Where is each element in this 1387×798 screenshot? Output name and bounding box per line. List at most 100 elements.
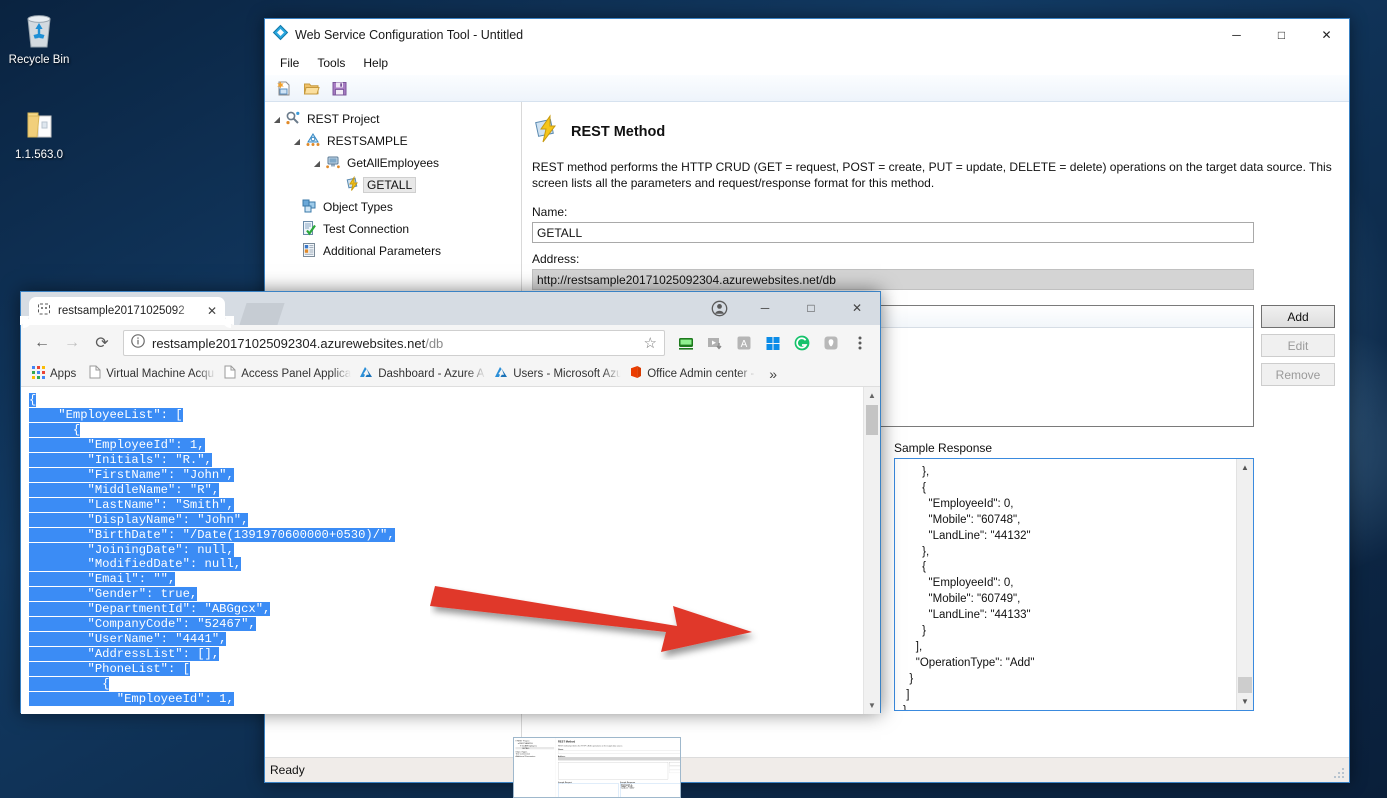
tree-item-label: Test Connection: [323, 222, 410, 236]
sample-response-box[interactable]: }, { "EmployeeId": 0, "Mobile": "60748",…: [894, 458, 1254, 711]
expander-icon[interactable]: ◢: [271, 115, 283, 124]
tree-item-rest-project[interactable]: ◢ REST Project: [265, 108, 521, 130]
desktop-icon-folder[interactable]: 1.1.563.0: [2, 103, 76, 162]
window-controls: ─ □ ✕: [1214, 19, 1349, 51]
app-title-text: Web Service Configuration Tool - Untitle…: [295, 28, 524, 42]
menu-item-tools[interactable]: Tools: [308, 53, 354, 73]
bookmark-users-microsoft-azure[interactable]: Users - Microsoft Azu: [489, 363, 621, 384]
method-description: REST method performs the HTTP CRUD (GET …: [532, 160, 1332, 190]
tree-item-object-types[interactable]: Object Types: [265, 196, 521, 218]
bookmark-apps[interactable]: Apps: [27, 364, 81, 384]
video-download-extension-icon[interactable]: [702, 330, 727, 356]
sample-response-text: }, { "EmployeeId": 0, "Mobile": "60748",…: [903, 466, 1035, 711]
bookmarks-overflow-button[interactable]: »: [759, 364, 782, 384]
address-bar[interactable]: restsample20171025092304.azurewebsites.n…: [123, 330, 665, 356]
chrome-browser-window: restsample20171025092 ✕ ─ □ ✕ ← → ⟳ rest…: [20, 291, 881, 714]
expander-icon[interactable]: ◢: [311, 159, 323, 168]
tree-item-label: REST Project: [307, 112, 380, 126]
back-button[interactable]: ←: [29, 330, 55, 356]
info-circle-icon[interactable]: [131, 333, 145, 353]
desktop-icon-label: 1.1.563.0: [15, 149, 63, 161]
desktop-icon-label: Recycle Bin: [8, 54, 70, 66]
profile-avatar-icon[interactable]: [696, 292, 742, 324]
tree-item-getallemployees[interactable]: ◢ GetAllEmployees: [265, 152, 521, 174]
page-title: REST Method: [571, 123, 666, 140]
page-icon: [89, 365, 101, 382]
edit-button[interactable]: Edit: [1261, 334, 1335, 357]
grammarly-extension-icon[interactable]: [789, 330, 814, 356]
shield-extension-icon[interactable]: [818, 330, 843, 356]
sample-response-label: Sample Response: [894, 441, 993, 455]
font-extension-icon[interactable]: A: [731, 330, 756, 356]
remove-button[interactable]: Remove: [1261, 363, 1335, 386]
method-icon: [343, 175, 363, 195]
sample-response-scrollbar[interactable]: ▲ ▼: [1236, 459, 1253, 710]
method-lightning-icon: [532, 114, 562, 149]
selected-json-text: { "EmployeeList": [ { "EmployeeId": 1, "…: [29, 393, 395, 707]
bookmark-label: Dashboard - Azure A: [378, 367, 485, 380]
url-host: restsample20171025092304.azurewebsites.n…: [152, 335, 426, 351]
browser-close-button[interactable]: ✕: [834, 292, 880, 324]
minimize-button[interactable]: ─: [1214, 19, 1259, 51]
tab-close-icon[interactable]: ✕: [207, 304, 217, 318]
sample-response-section: Sample Response }, { "EmployeeId": 0, "M…: [894, 441, 1254, 711]
new-tab-button[interactable]: [239, 303, 285, 325]
windows-extension-icon[interactable]: [760, 330, 785, 356]
json-response-text[interactable]: { "EmployeeList": [ { "EmployeeId": 1, "…: [21, 387, 880, 707]
tree-item-additional-parameters[interactable]: Additional Parameters: [265, 240, 521, 262]
bookmark-access-panel-applications[interactable]: Access Panel Applicat: [219, 363, 351, 384]
thumbnail-content: ▾ REST Project ▾ RESTSAMPLE ▾ GetAllEmplo…: [514, 738, 680, 797]
bookmark-star-icon[interactable]: ☆: [644, 334, 657, 352]
maximize-button[interactable]: □: [1259, 19, 1304, 51]
taskbar-window-thumbnail-preview[interactable]: ▾ REST Project ▾ RESTSAMPLE ▾ GetAllEmplo…: [513, 737, 681, 798]
close-button[interactable]: ✕: [1304, 19, 1349, 51]
detail-header: REST Method: [532, 114, 1335, 149]
tree-item-label: GETALL: [363, 177, 417, 193]
bookmarks-bar: Apps Virtual Machine Acqu Access Panel A…: [21, 361, 880, 387]
recycle-bin-icon: [2, 8, 76, 54]
resize-grip-icon[interactable]: [1332, 766, 1346, 780]
address-input[interactable]: [532, 269, 1254, 290]
browser-minimize-button[interactable]: ─: [742, 292, 788, 324]
scroll-down-icon[interactable]: ▼: [864, 697, 880, 714]
azure-icon: [494, 365, 508, 382]
menu-item-file[interactable]: File: [271, 53, 308, 73]
tree-item-restsample[interactable]: ◢ RESTSAMPLE: [265, 130, 521, 152]
bookmark-dashboard-azure[interactable]: Dashboard - Azure A: [354, 363, 486, 384]
object-types-icon: [299, 198, 319, 217]
open-folder-icon[interactable]: [299, 77, 323, 99]
browser-window-controls: ─ □ ✕: [696, 292, 880, 324]
desktop-icon-recycle-bin[interactable]: Recycle Bin: [2, 8, 76, 67]
resource-icon: [323, 154, 343, 173]
svg-text:A: A: [740, 339, 747, 350]
browser-tab[interactable]: restsample20171025092 ✕: [20, 297, 234, 325]
scroll-up-icon[interactable]: ▲: [864, 387, 880, 404]
bookmark-virtual-machine-acquisition[interactable]: Virtual Machine Acqu: [84, 363, 216, 384]
scrollbar-thumb[interactable]: [1238, 677, 1252, 693]
browser-maximize-button[interactable]: □: [788, 292, 834, 324]
save-icon[interactable]: [327, 77, 351, 99]
screen-recorder-extension-icon[interactable]: [673, 330, 698, 356]
name-input[interactable]: [532, 222, 1254, 243]
tree-item-getall[interactable]: GETALL: [265, 174, 521, 196]
forward-button[interactable]: →: [59, 330, 85, 356]
new-icon[interactable]: [271, 77, 295, 99]
scrollbar-thumb[interactable]: [866, 405, 878, 435]
expander-icon[interactable]: ◢: [291, 137, 303, 146]
bookmark-label: Office Admin center -: [647, 367, 755, 380]
chrome-menu-icon[interactable]: [847, 330, 872, 356]
scroll-down-icon[interactable]: ▼: [1237, 693, 1253, 710]
bookmark-office-admin-center[interactable]: Office Admin center -: [624, 363, 756, 384]
app-toolbar: [265, 75, 1349, 102]
menu-item-help[interactable]: Help: [354, 53, 397, 73]
tree-item-label: GetAllEmployees: [347, 156, 440, 170]
reload-button[interactable]: ⟳: [89, 330, 115, 356]
scroll-up-icon[interactable]: ▲: [1237, 459, 1253, 476]
bookmark-label: Access Panel Applicat: [241, 367, 352, 380]
browser-page-content: { "EmployeeList": [ { "EmployeeId": 1, "…: [21, 387, 880, 714]
folder-icon: [2, 103, 76, 149]
add-button[interactable]: Add: [1261, 305, 1335, 328]
page-scrollbar[interactable]: ▲ ▼: [863, 387, 880, 714]
test-connection-icon: [299, 220, 319, 239]
tree-item-test-connection[interactable]: Test Connection: [265, 218, 521, 240]
